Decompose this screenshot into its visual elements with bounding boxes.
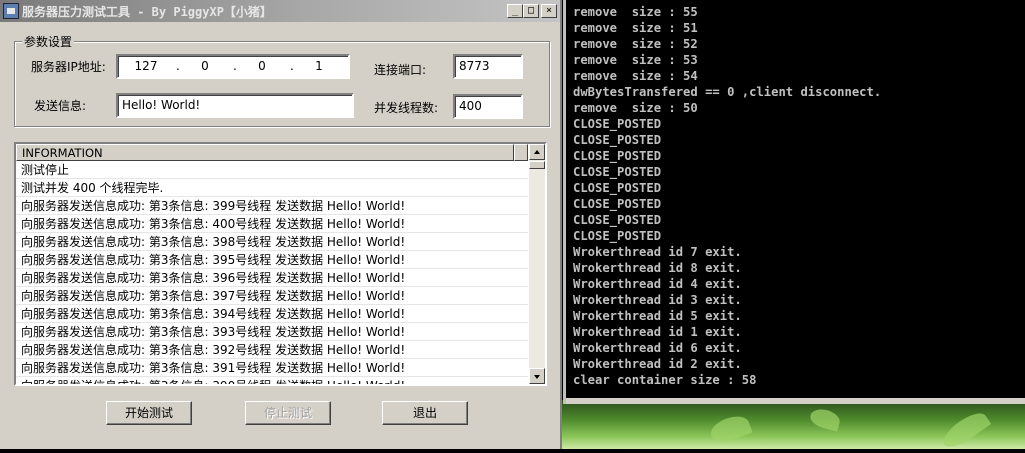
ip-octet-4[interactable]: 1 (304, 59, 334, 73)
app-icon (3, 3, 19, 19)
stress-test-window: 服务器压力测试工具 - By PiggyXP【小猪】 _ □ × 参数设置 服务… (0, 0, 562, 449)
list-item[interactable]: 向服务器发送信息成功: 第3条信息: 394号线程 发送数据 Hello! Wo… (16, 305, 528, 323)
ip-octet-3[interactable]: 0 (247, 59, 277, 73)
console-line: Wrokerthread id 2 exit. (573, 357, 742, 371)
scroll-down-button[interactable] (529, 368, 545, 384)
column-header-filler (514, 144, 528, 161)
information-list[interactable]: INFORMATION 测试停止 测试并发 400 个线程完毕. 向服务器发送信息成… (14, 142, 547, 386)
scroll-up-button[interactable] (529, 144, 545, 160)
ip-dot: . (233, 59, 237, 73)
console-line: CLOSE_POSTED (573, 229, 662, 243)
list-item[interactable]: 测试并发 400 个线程完毕. (16, 179, 528, 197)
threads-input[interactable]: 400 (453, 94, 523, 119)
console-line: remove size : 50 (573, 101, 698, 115)
console-line: Wrokerthread id 5 exit. (573, 309, 742, 323)
message-label: 发送信息: (34, 99, 87, 113)
list-item[interactable]: 向服务器发送信息成功: 第3条信息: 392号线程 发送数据 Hello! Wo… (16, 341, 528, 359)
console-line: remove size : 54 (573, 69, 698, 83)
ip-octet-1[interactable]: 127 (131, 59, 161, 73)
ip-label: 服务器IP地址: (31, 60, 106, 74)
console-line: remove size : 55 (573, 5, 698, 19)
wallpaper-leaf (938, 407, 992, 453)
console-window: remove size : 55 remove size : 51 remove s… (563, 0, 1025, 404)
console-line: CLOSE_POSTED (573, 149, 662, 163)
ip-address-field[interactable]: 127 . 0 . 0 . 1 (116, 54, 350, 79)
list-rows: 测试停止 测试并发 400 个线程完毕. 向服务器发送信息成功: 第3条信息: 39… (16, 161, 528, 384)
console-output: remove size : 55 remove size : 51 remove s… (573, 4, 881, 388)
list-item[interactable]: 向服务器发送信息成功: 第3条信息: 396号线程 发送数据 Hello! Wo… (16, 269, 528, 287)
ip-octet-2[interactable]: 0 (190, 59, 220, 73)
console-line: Wrokerthread id 6 exit. (573, 341, 742, 355)
ip-dot: . (176, 59, 180, 73)
console-line: Wrokerthread id 8 exit. (573, 261, 742, 275)
column-header-information[interactable]: INFORMATION (16, 144, 514, 161)
list-item[interactable]: 向服务器发送信息成功: 第3条信息: 395号线程 发送数据 Hello! Wo… (16, 251, 528, 269)
stop-test-button[interactable]: 停止测试 (245, 401, 331, 425)
vertical-scrollbar[interactable] (529, 144, 545, 384)
params-group-label: 参数设置 (22, 33, 75, 50)
console-line: CLOSE_POSTED (573, 133, 662, 147)
port-label: 连接端口: (374, 63, 427, 77)
console-line: clear container size : 58 (573, 373, 757, 387)
exit-button[interactable]: 退出 (382, 401, 468, 425)
console-line: CLOSE_POSTED (573, 117, 662, 131)
list-item[interactable]: 向服务器发送信息成功: 第3条信息: 399号线程 发送数据 Hello! Wo… (16, 197, 528, 215)
list-item[interactable]: 向服务器发送信息成功: 第3条信息: 398号线程 发送数据 Hello! Wo… (16, 233, 528, 251)
console-line: Wrokerthread id 1 exit. (573, 325, 742, 339)
ip-dot: . (290, 59, 294, 73)
port-input[interactable]: 8773 (453, 54, 523, 79)
console-line: remove size : 52 (573, 37, 698, 51)
wallpaper-leaf (707, 411, 753, 447)
console-line: CLOSE_POSTED (573, 165, 662, 179)
message-input[interactable]: Hello! World! (116, 93, 354, 118)
minimize-button[interactable]: _ (507, 4, 523, 18)
window-title: 服务器压力测试工具 - By PiggyXP【小猪】 (22, 5, 272, 19)
scroll-thumb[interactable] (529, 161, 545, 169)
console-line: Wrokerthread id 4 exit. (573, 277, 742, 291)
list-item[interactable]: 向服务器发送信息成功: 第3条信息: 397号线程 发送数据 Hello! Wo… (16, 287, 528, 305)
console-line: Wrokerthread id 3 exit. (573, 293, 742, 307)
console-line: dwBytesTransfered == 0 ,client disconnec… (573, 85, 882, 99)
list-item[interactable]: 向服务器发送信息成功: 第3条信息: 400号线程 发送数据 Hello! Wo… (16, 215, 528, 233)
arrow-up-icon (534, 150, 540, 154)
console-line: Wrokerthread id 7 exit. (573, 245, 742, 259)
list-item[interactable]: 向服务器发送信息成功: 第3条信息: 390号线程 发送数据 Hello! Wo… (16, 377, 528, 384)
close-button[interactable]: × (541, 4, 557, 18)
list-item[interactable]: 测试停止 (16, 161, 528, 179)
console-line: CLOSE_POSTED (573, 197, 662, 211)
list-item[interactable]: 向服务器发送信息成功: 第3条信息: 393号线程 发送数据 Hello! Wo… (16, 323, 528, 341)
console-line: remove size : 51 (573, 21, 698, 35)
wallpaper-leaf (808, 406, 842, 432)
start-test-button[interactable]: 开始测试 (106, 401, 192, 425)
console-line: CLOSE_POSTED (573, 181, 662, 195)
list-item[interactable]: 向服务器发送信息成功: 第3条信息: 391号线程 发送数据 Hello! Wo… (16, 359, 528, 377)
threads-label: 并发线程数: (374, 101, 439, 115)
console-line: CLOSE_POSTED (573, 213, 662, 227)
title-bar[interactable]: 服务器压力测试工具 - By PiggyXP【小猪】 _ □ × (0, 0, 560, 22)
desktop-wallpaper (560, 400, 1025, 453)
console-line: remove size : 53 (573, 53, 698, 67)
console-scrollbar[interactable] (566, 398, 1025, 404)
arrow-down-icon (534, 375, 540, 379)
maximize-button[interactable]: □ (523, 4, 539, 18)
